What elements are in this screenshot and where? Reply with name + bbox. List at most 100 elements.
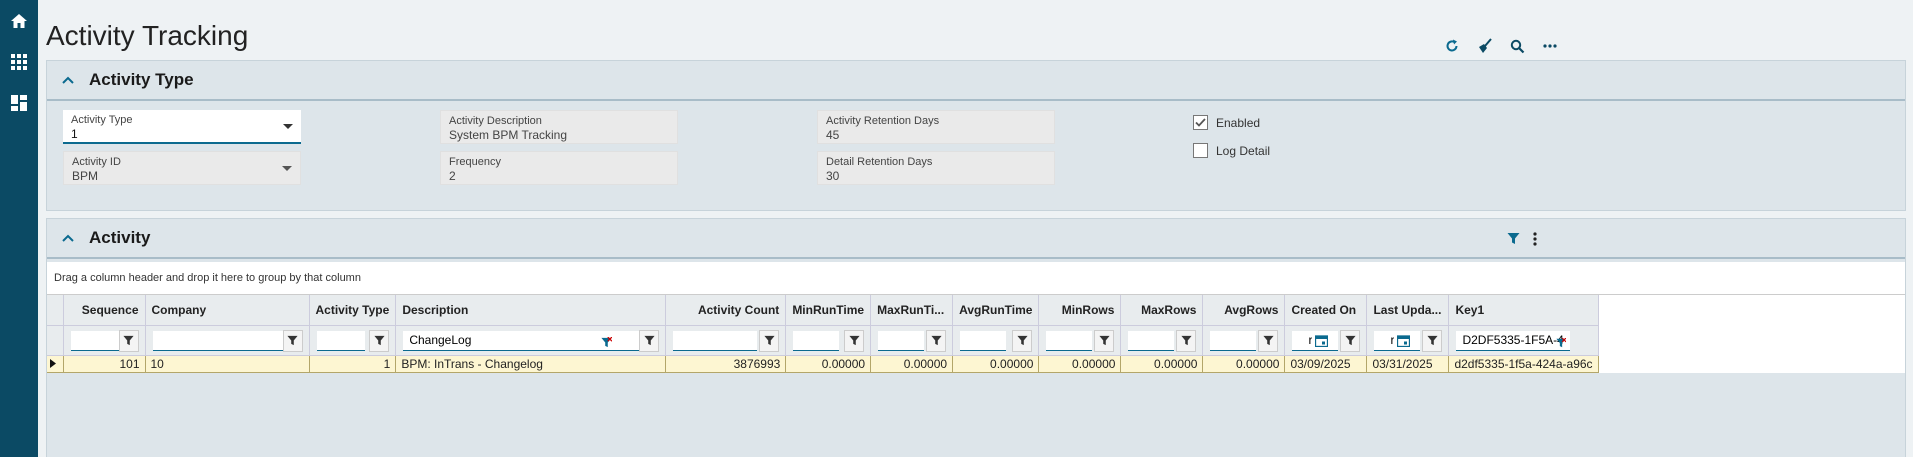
collapse-chevron-icon[interactable] — [47, 76, 89, 84]
column-header[interactable]: Activity Type — [309, 295, 397, 326]
column-header[interactable]: AvgRows — [1202, 295, 1286, 326]
activity-count-filter-input[interactable] — [673, 330, 758, 351]
dropdown-arrow-icon[interactable] — [282, 166, 292, 171]
filter-icon[interactable] — [118, 329, 139, 352]
calendar-icon[interactable] — [1397, 334, 1411, 352]
checkmark-icon — [1195, 118, 1206, 127]
calendar-icon[interactable] — [1315, 334, 1329, 352]
table-cell[interactable]: d2df5335-1f5a-424a-a96c — [1448, 354, 1599, 373]
filter-cell — [395, 325, 667, 356]
filter-icon[interactable] — [1176, 329, 1197, 352]
column-header[interactable]: Key1 — [1448, 295, 1599, 326]
maxrows-filter-input[interactable] — [1128, 330, 1175, 351]
column-header[interactable]: Sequence — [63, 295, 146, 326]
panel-title: Activity Type — [89, 70, 194, 89]
checkbox-label: Enabled — [1216, 115, 1261, 130]
enabled-checkbox[interactable]: Enabled — [1193, 115, 1260, 130]
filter-icon[interactable] — [1340, 329, 1361, 352]
more-options-icon[interactable] — [1539, 35, 1561, 57]
table-cell[interactable]: 0.00000 — [1120, 354, 1204, 373]
filter-icon[interactable] — [1422, 329, 1443, 352]
filter-row — [47, 325, 1599, 356]
filter-cell — [665, 325, 787, 356]
table-cell[interactable]: 03/31/2025 — [1366, 354, 1450, 373]
dashboard-icon[interactable] — [9, 93, 29, 113]
minruntime-filter-input[interactable] — [793, 330, 840, 351]
search-icon[interactable] — [1506, 35, 1528, 57]
field-value: 30 — [826, 169, 840, 183]
key1-filter-input[interactable] — [1456, 330, 1571, 351]
table-cell[interactable]: 0.00000 — [1038, 354, 1122, 373]
activity-type-filter-input[interactable] — [316, 330, 365, 351]
group-by-hint: Drag a column header and drop it here to… — [47, 262, 1905, 295]
filter-icon[interactable] — [926, 329, 947, 352]
column-header[interactable]: MaxRows — [1120, 295, 1204, 326]
table-cell[interactable]: 0.00000 — [870, 354, 954, 373]
filter-icon[interactable] — [1258, 329, 1279, 352]
filter-icon[interactable] — [639, 329, 660, 352]
clear-broom-icon[interactable] — [1474, 35, 1496, 57]
filter-icon[interactable] — [369, 329, 390, 352]
column-header[interactable]: Description — [395, 295, 667, 326]
minrows-filter-input[interactable] — [1046, 330, 1093, 351]
checkbox-box[interactable] — [1193, 115, 1208, 130]
filter-icon[interactable] — [282, 329, 303, 352]
column-header[interactable]: MinRunTime — [785, 295, 872, 326]
table-cell[interactable]: BPM: InTrans - Changelog — [395, 354, 667, 373]
filter-icon[interactable] — [1012, 329, 1033, 352]
field-label: Activity Description — [449, 115, 542, 127]
maxruntime-filter-input[interactable] — [878, 330, 925, 351]
field-label: Detail Retention Days — [826, 156, 933, 168]
row-pointer-icon — [50, 358, 56, 368]
activity-grid: Drag a column header and drop it here to… — [47, 262, 1905, 373]
table-cell[interactable]: 0.00000 — [1202, 354, 1286, 373]
filter-icon[interactable] — [1094, 329, 1115, 352]
clear-filter-icon[interactable] — [1556, 335, 1567, 353]
column-header[interactable]: Created On — [1284, 295, 1368, 326]
field-label: Activity Type — [71, 114, 133, 126]
activity-retention-days-field: Activity Retention Days 45 — [817, 110, 1055, 144]
clear-filter-icon[interactable] — [601, 335, 613, 353]
panel-title: Activity — [89, 228, 151, 247]
field-label: Frequency — [449, 156, 501, 168]
row-indicator[interactable] — [47, 354, 64, 373]
checkbox-box[interactable] — [1193, 143, 1208, 158]
filter-cell — [47, 325, 64, 356]
filter-cell — [1202, 325, 1286, 356]
column-header[interactable]: Activity Count — [665, 295, 787, 326]
apps-grid-icon[interactable] — [9, 52, 29, 72]
avgrows-filter-input[interactable] — [1210, 330, 1257, 351]
table-cell[interactable]: 1 — [309, 354, 397, 373]
collapse-chevron-icon[interactable] — [47, 234, 89, 242]
filter-icon[interactable] — [1507, 232, 1520, 250]
column-header[interactable]: AvgRunTime — [952, 295, 1040, 326]
column-header[interactable]: Last Upda... — [1366, 295, 1450, 326]
filter-icon[interactable] — [844, 329, 865, 352]
table-row[interactable]: 101 10 1 BPM: InTrans - Changelog 387699… — [47, 354, 1599, 373]
table-cell[interactable]: 3876993 — [665, 354, 787, 373]
table-cell[interactable]: 0.00000 — [952, 354, 1040, 373]
filter-cell — [145, 325, 310, 356]
column-header[interactable]: MinRows — [1038, 295, 1122, 326]
activity-id-field[interactable]: Activity ID BPM — [63, 151, 301, 185]
filter-cell — [870, 325, 954, 356]
company-filter-input[interactable] — [152, 330, 283, 351]
table-cell[interactable]: 03/09/2025 — [1284, 354, 1368, 373]
table-cell[interactable]: 10 — [145, 354, 310, 373]
field-value: BPM — [72, 169, 99, 183]
field-value: 45 — [826, 128, 840, 142]
log-detail-checkbox[interactable]: Log Detail — [1193, 143, 1270, 158]
refresh-icon[interactable] — [1441, 35, 1463, 57]
dropdown-arrow-icon[interactable] — [283, 124, 293, 129]
table-cell[interactable]: 101 — [63, 354, 146, 373]
column-header[interactable]: MaxRunTi... — [870, 295, 954, 326]
more-vertical-icon[interactable] — [1533, 232, 1537, 251]
column-header[interactable]: Company — [145, 295, 310, 326]
filter-cell — [1448, 325, 1599, 356]
filter-icon[interactable] — [759, 329, 780, 352]
avgruntime-filter-input[interactable] — [960, 330, 1007, 351]
table-cell[interactable]: 0.00000 — [785, 354, 872, 373]
home-icon[interactable] — [9, 11, 29, 31]
activity-type-field[interactable]: Activity Type 1 — [63, 110, 301, 144]
sequence-filter-input[interactable] — [70, 330, 119, 351]
